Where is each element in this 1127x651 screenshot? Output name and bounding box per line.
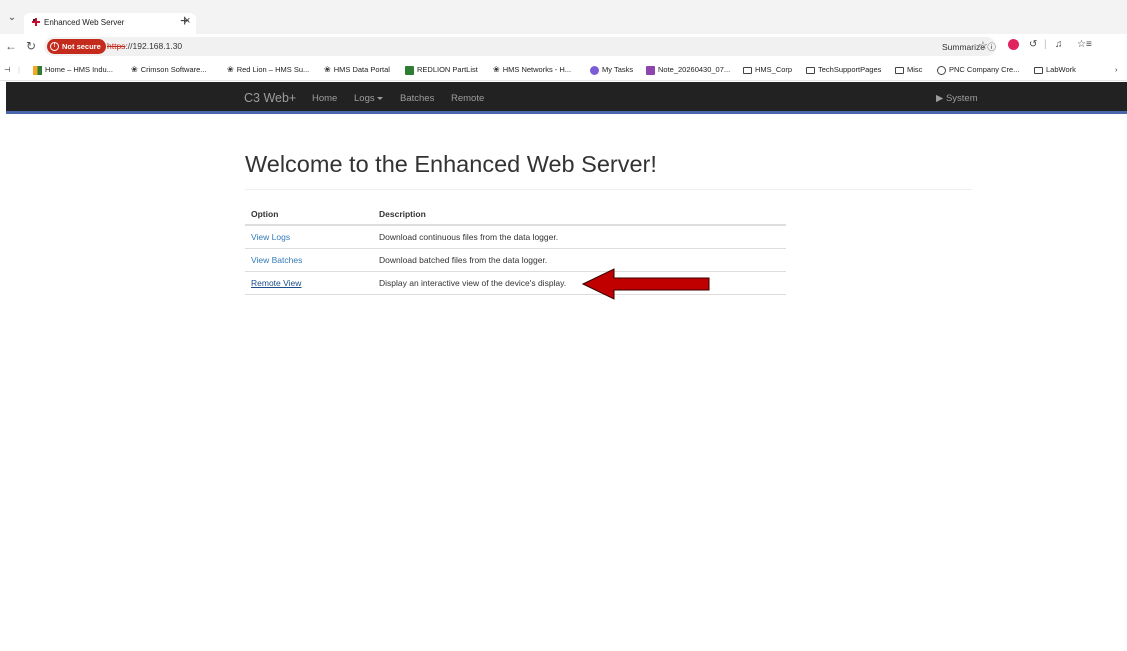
bookmark-label: HMS Data Portal [333,65,390,74]
url-text[interactable]: https://192.168.1.30 [107,41,182,51]
table-header-row: Option Description [245,204,786,226]
column-header-description: Description [373,204,786,226]
view-batches-link[interactable]: View Batches [251,255,302,265]
browser-tab-active[interactable]: Enhanced Web Server × [24,13,196,34]
tab-title: Enhanced Web Server [44,18,125,27]
browser-tab-strip: ⌄ Enhanced Web Server × + [0,0,1127,34]
bookmarks-sidebar-icon[interactable]: ⊣ [4,64,11,76]
title-divider [245,189,972,190]
bookmark-label: My Tasks [602,65,634,74]
bookmark-item[interactable]: HMS_Corp [743,64,792,76]
bookmark-item[interactable]: ❀ HMS Networks - H... [493,64,571,76]
column-header-option: Option [245,204,373,226]
refresh-icon[interactable]: ↻ [26,39,36,53]
brand-link[interactable]: C3 Web+ [244,91,296,105]
bookmark-item[interactable]: Misc [895,64,922,76]
table-row: View Logs Download continuous files from… [245,225,786,249]
back-arrow-icon[interactable]: ← [5,39,17,53]
web-page: C3 Web+ Home Logs Batches Remote ▶ Syste… [0,82,1127,651]
bookmark-item[interactable]: ❀ HMS Data Portal [324,64,390,76]
redlion-favicon-icon [32,18,40,26]
bookmark-label: Red Lion – HMS Su... [236,65,310,74]
copilot-extension-icon[interactable] [1008,39,1019,50]
url-host: ://192.168.1.30 [125,41,183,51]
address-bar-row: ← ↻ ! Not secure https://192.168.1.30 Su… [0,34,1127,60]
omnibox[interactable]: ! Not secure https://192.168.1.30 Summar… [44,37,996,56]
note-icon [646,65,655,75]
bookmark-item[interactable]: LabWork [1034,64,1076,76]
remote-view-link[interactable]: Remote View [251,278,301,288]
redlion-icon: ❀ [324,65,331,74]
extensions-icon[interactable]: ↺ [1029,39,1037,51]
bookmark-item[interactable]: ❀ Red Lion – HMS Su... [227,64,309,76]
sheet-icon [405,65,414,75]
bookmark-item[interactable]: My Tasks [590,64,633,76]
url-scheme: https [107,41,126,51]
app-navbar: C3 Web+ Home Logs Batches Remote ▶ Syste… [6,82,1127,114]
nav-logs-label: Logs [354,93,375,104]
folder-icon [895,66,904,74]
toolbar-divider: | [1044,39,1047,50]
bookmark-label: Misc [907,65,923,74]
globe-icon [937,65,946,75]
new-tab-button[interactable]: + [180,13,189,31]
favorite-star-icon[interactable]: ☆ [978,39,988,52]
hms-icon [33,65,42,75]
redlion-icon: ❀ [131,65,138,74]
play-triangle-icon: ▶ [936,93,944,104]
bookmark-label: PNC Company Cre... [949,65,1020,74]
view-logs-link[interactable]: View Logs [251,232,290,242]
bookmark-item[interactable]: ❀ Crimson Software... [131,64,207,76]
nav-home[interactable]: Home [312,93,337,104]
folder-icon [806,66,815,74]
redlion-icon: ❀ [493,65,500,74]
bookmarks-overflow-chevron-icon[interactable]: › [1115,64,1118,76]
bookmark-item[interactable]: Home – HMS Indu... [33,64,113,76]
bookmark-label: REDLION PartList [417,65,478,74]
nav-system[interactable]: ▶ System [936,93,978,104]
favorites-list-icon[interactable]: ☆≡ [1077,39,1092,51]
bookmark-label: HMS Networks - H... [502,65,572,74]
bookmark-item[interactable]: PNC Company Cre... [937,64,1019,76]
bookmark-item[interactable]: Note_20260430_07... [646,64,730,76]
red-arrow-icon [582,268,710,300]
bookmarks-bar: ⊣ | Home – HMS Indu... ❀ Crimson Software… [0,60,1127,81]
bookmarks-divider: | [18,65,20,74]
nav-remote[interactable]: Remote [451,93,484,104]
folder-icon [743,66,752,74]
bookmark-label: LabWork [1046,65,1076,74]
summarize-icon: ⓘ [987,42,996,52]
option-cell: View Batches [245,248,373,272]
warning-icon: ! [50,42,59,51]
option-cell: Remote View [245,271,373,295]
caret-down-icon [376,96,383,100]
nav-batches[interactable]: Batches [400,93,434,104]
bookmark-item[interactable]: TechSupportPages [806,64,881,76]
heart-icon [590,65,599,75]
folder-icon [1034,66,1043,74]
bookmark-item[interactable]: REDLION PartList [405,64,478,76]
not-secure-label: Not secure [62,42,101,51]
option-cell: View Logs [245,225,373,249]
collections-icon[interactable]: ♫ [1055,39,1063,51]
nav-system-label: System [945,93,978,104]
description-cell: Download continuous files from the data … [373,225,786,249]
bookmark-label: Crimson Software... [140,65,207,74]
bookmark-label: Note_20260430_07... [658,65,731,74]
page-title: Welcome to the Enhanced Web Server! [245,151,657,177]
redlion-icon: ❀ [227,65,234,74]
bookmark-label: Home – HMS Indu... [45,65,113,74]
bookmark-label: TechSupportPages [818,65,882,74]
bookmark-label: HMS_Corp [755,65,793,74]
tab-list-chevron-icon[interactable]: ⌄ [4,10,20,26]
description-cell: Display an interactive view of the devic… [373,271,786,295]
not-secure-badge[interactable]: ! Not secure [47,39,106,54]
nav-logs-dropdown[interactable]: Logs [354,93,383,104]
description-cell: Download batched files from the data log… [373,248,786,272]
